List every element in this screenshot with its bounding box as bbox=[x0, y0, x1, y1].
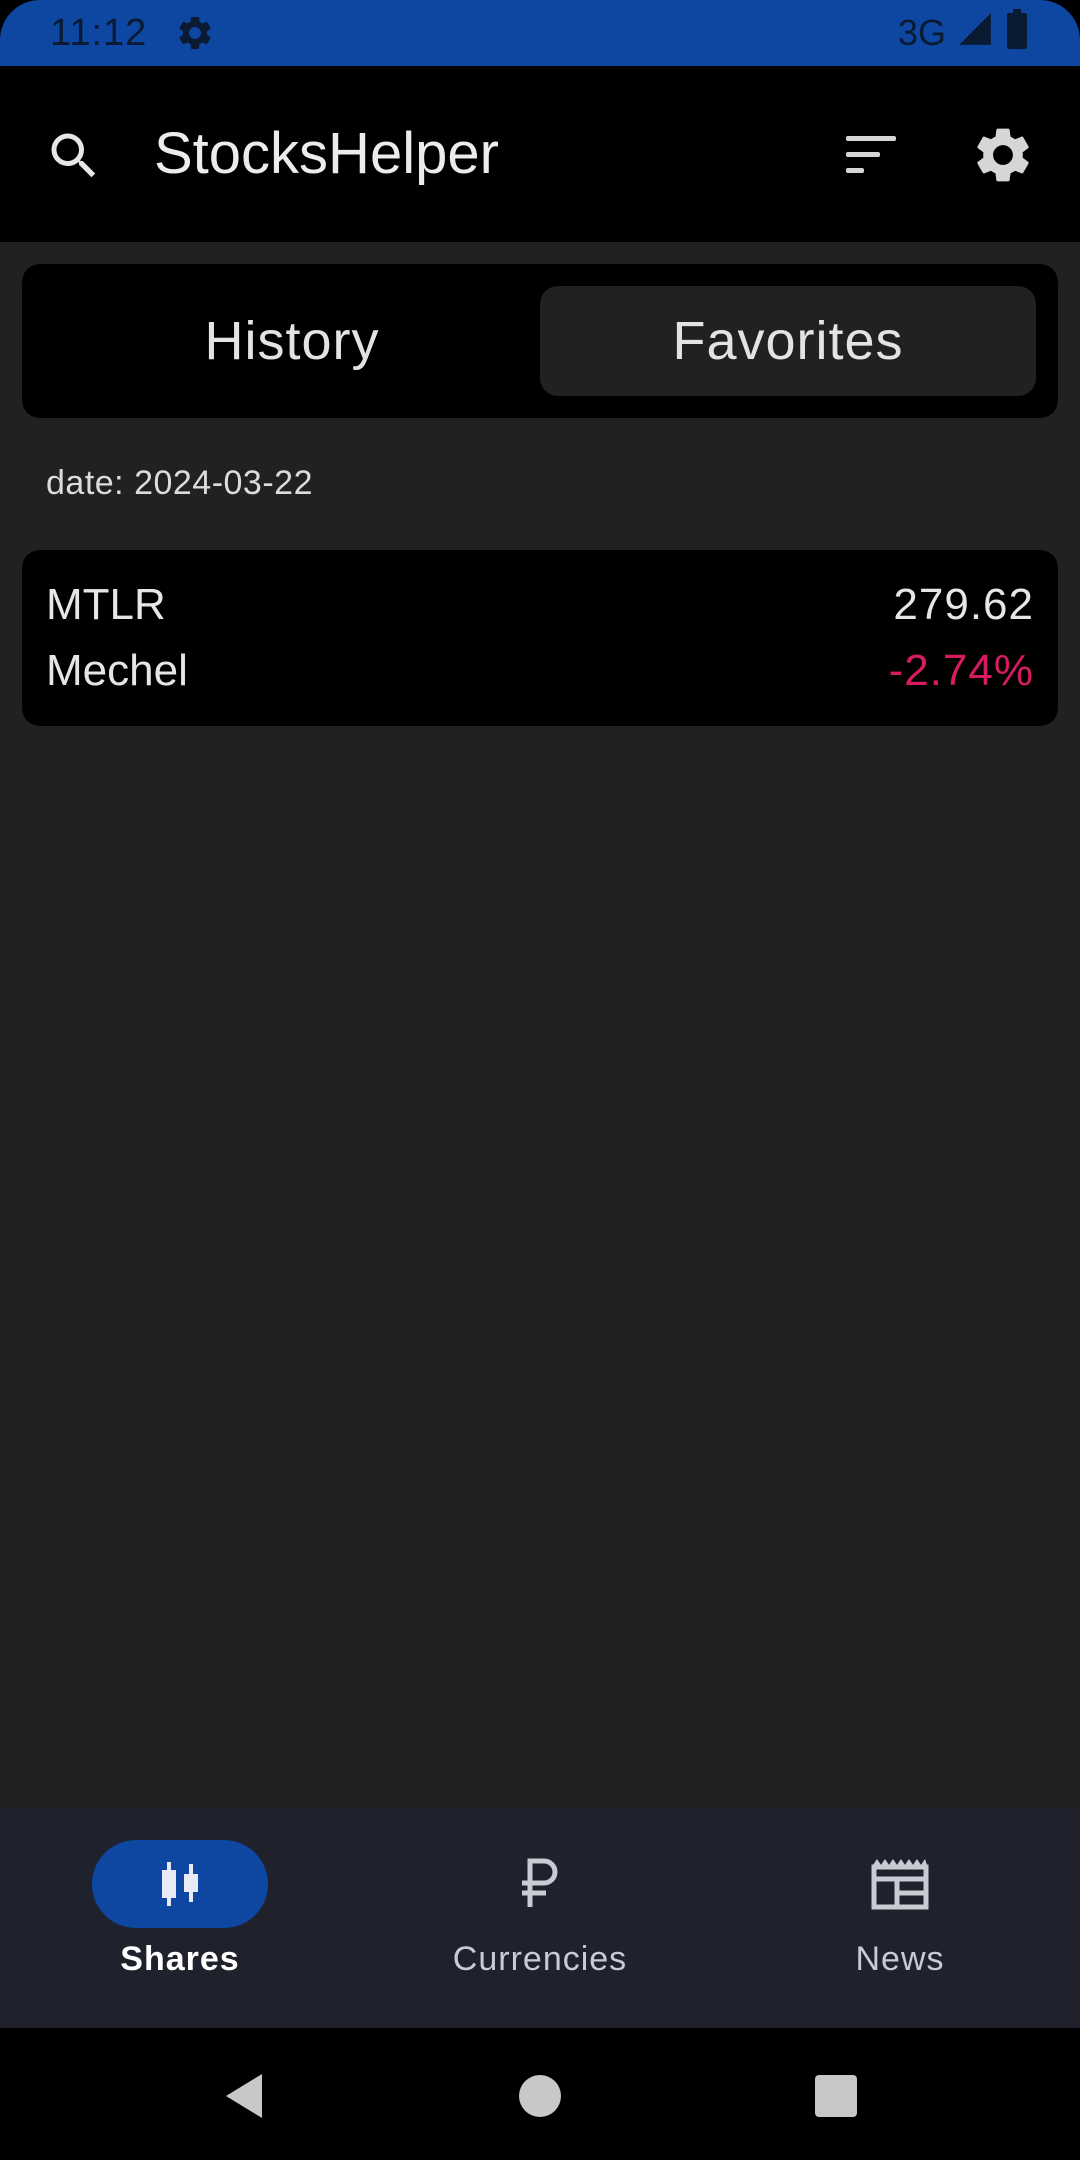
date-label: date: 2024-03-22 bbox=[46, 464, 313, 502]
system-navigation-bar bbox=[0, 2028, 1080, 2160]
ruble-icon bbox=[452, 1840, 628, 1928]
bottom-navigation: Shares Currencies News bbox=[0, 1808, 1080, 2028]
nav-item-news[interactable]: News bbox=[720, 1808, 1080, 2028]
nav-item-currencies[interactable]: Currencies bbox=[360, 1808, 720, 2028]
candlestick-icon bbox=[92, 1840, 268, 1928]
signal-icon bbox=[956, 10, 994, 57]
sort-icon[interactable] bbox=[838, 128, 904, 184]
status-bar: 11:12 3G bbox=[0, 0, 1080, 66]
segmented-control: History Favorites bbox=[22, 264, 1058, 418]
status-time: 11:12 bbox=[50, 11, 148, 54]
network-type: 3G bbox=[897, 12, 946, 53]
recents-icon[interactable] bbox=[812, 2072, 860, 2120]
back-icon[interactable] bbox=[220, 2072, 268, 2120]
newspaper-icon bbox=[812, 1840, 988, 1928]
nav-label-currencies: Currencies bbox=[452, 1940, 628, 1978]
stock-company-name: Mechel bbox=[46, 646, 188, 695]
content-area: History Favorites date: 2024-03-22 MTLR … bbox=[0, 242, 1080, 1808]
nav-item-shares[interactable]: Shares bbox=[0, 1808, 360, 2028]
app-title: StocksHelper bbox=[154, 121, 499, 186]
battery-icon bbox=[1004, 8, 1030, 58]
nav-label-news: News bbox=[855, 1940, 945, 1978]
stock-card[interactable]: MTLR Mechel 279.62 -2.74% bbox=[22, 550, 1058, 726]
settings-icon[interactable] bbox=[970, 122, 1036, 188]
stock-price: 279.62 bbox=[893, 580, 1034, 629]
home-icon[interactable] bbox=[516, 2072, 564, 2120]
status-right-group: 3G bbox=[897, 8, 1030, 58]
tab-favorites[interactable]: Favorites bbox=[540, 286, 1036, 396]
stock-ticker: MTLR bbox=[46, 580, 166, 629]
gear-icon bbox=[175, 13, 215, 53]
app-bar: StocksHelper bbox=[0, 66, 1080, 242]
tab-history[interactable]: History bbox=[22, 264, 562, 418]
search-icon[interactable] bbox=[44, 126, 104, 186]
nav-label-shares: Shares bbox=[120, 1940, 240, 1978]
stock-change: -2.74% bbox=[888, 646, 1034, 695]
